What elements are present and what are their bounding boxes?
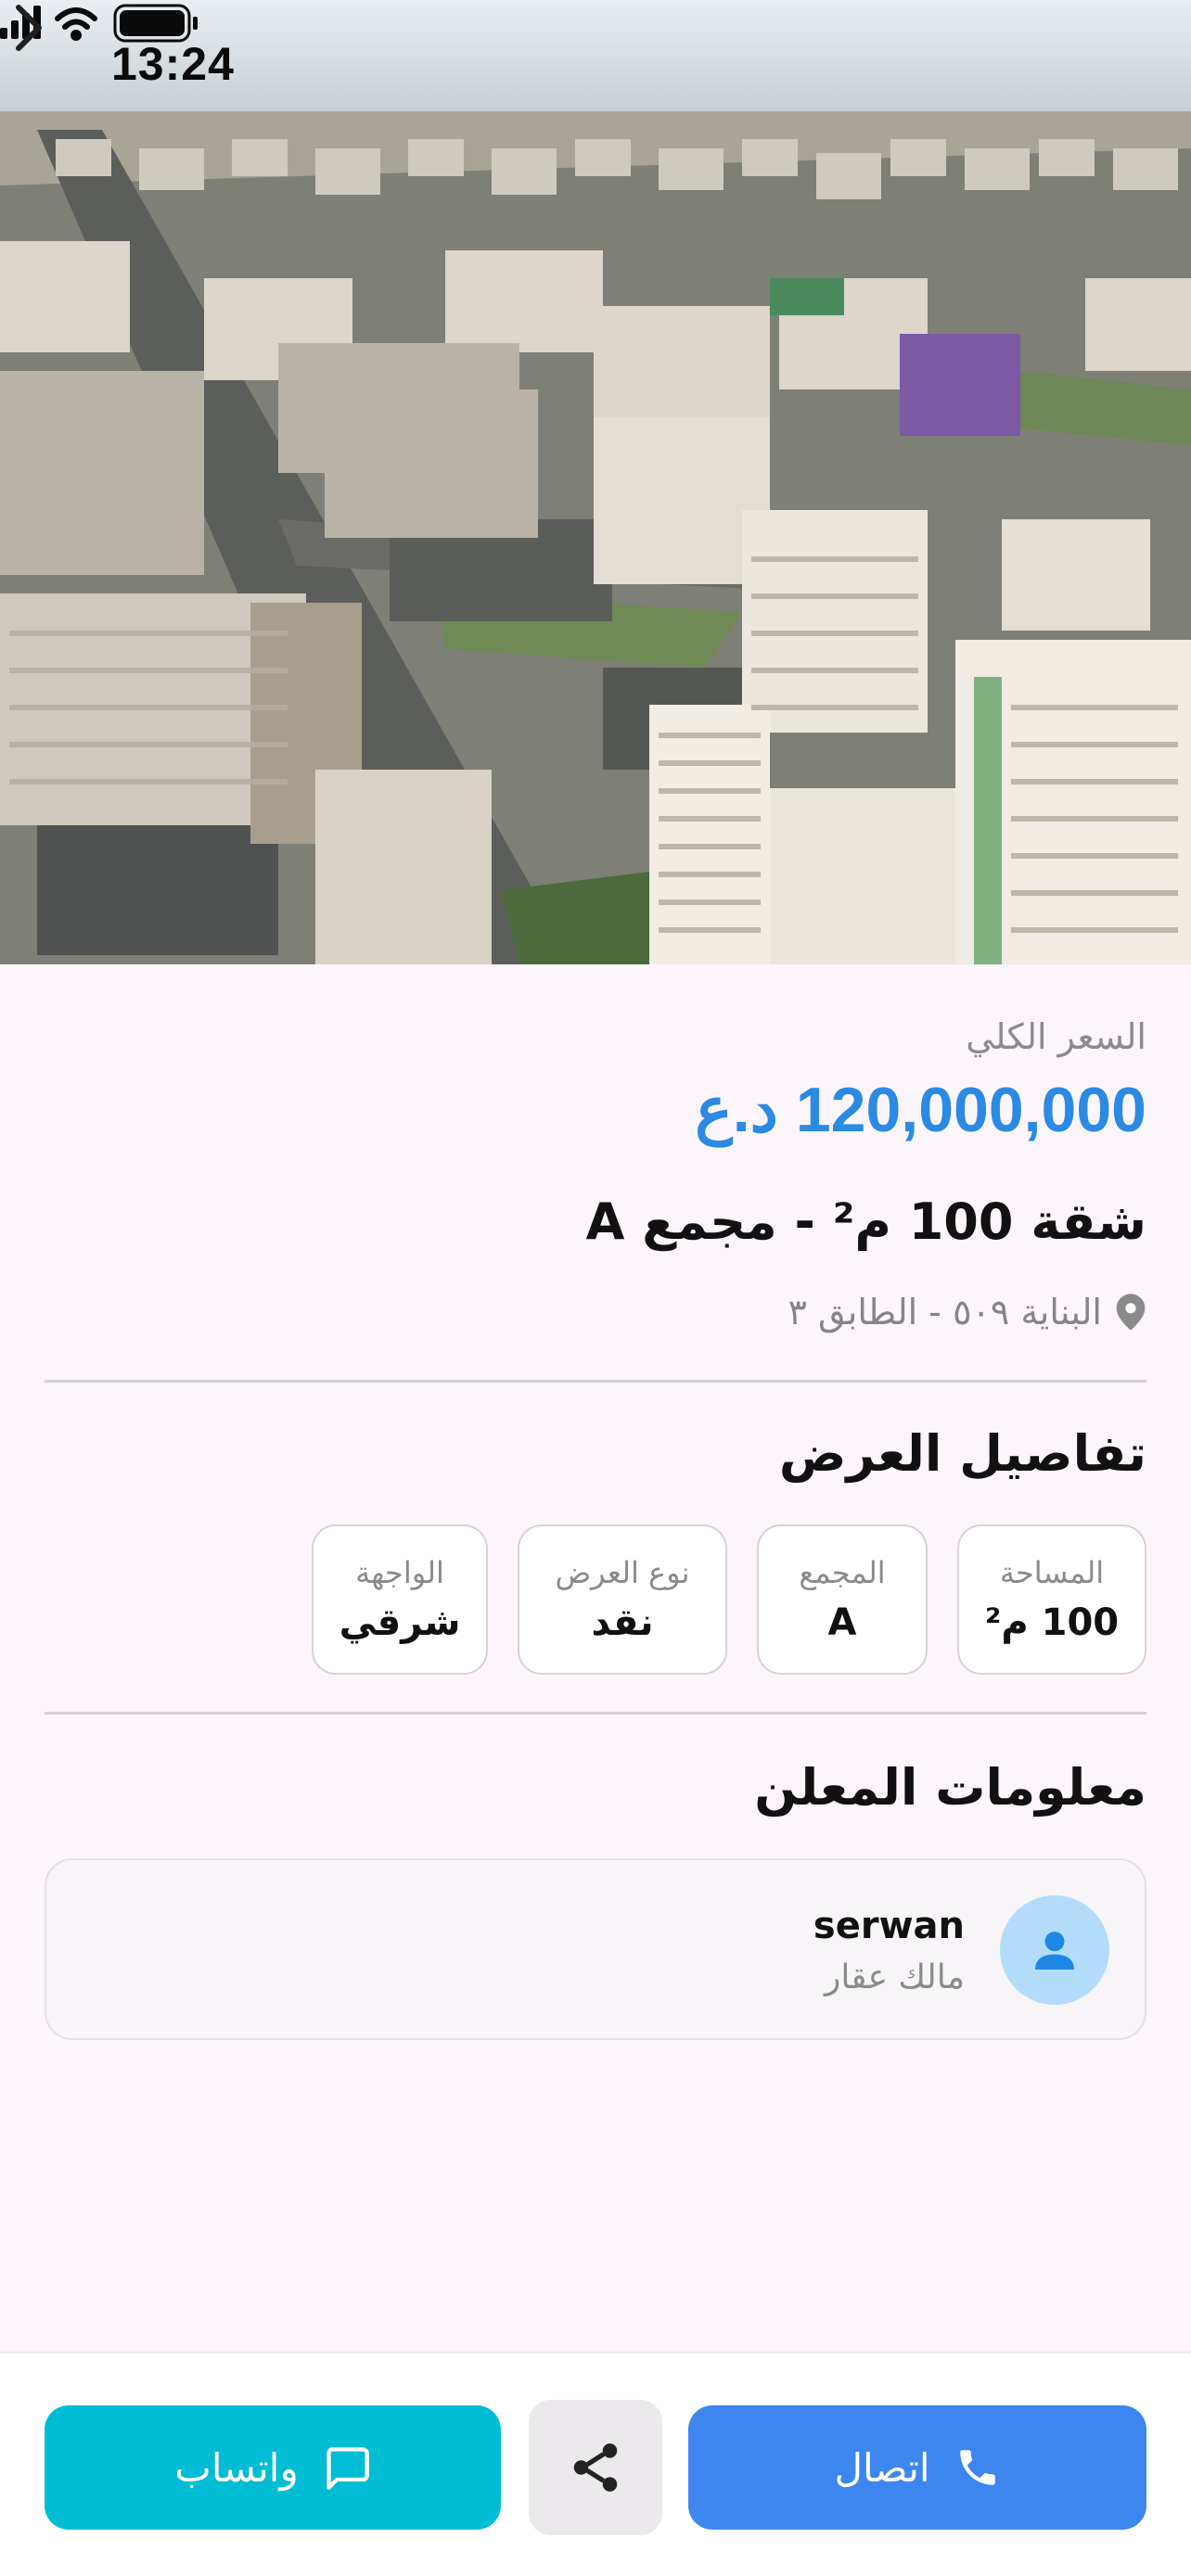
status-bar: 13:24 <box>0 0 1191 130</box>
chip-value: شرقي <box>339 1601 461 1644</box>
avatar <box>1000 1895 1109 2005</box>
share-icon <box>573 2443 618 2492</box>
listing-title: شقة 100 م² - مجمع A <box>585 1192 1146 1251</box>
detail-chip-facade: الواجهة شرقي <box>312 1524 488 1675</box>
price-value: 120,000,000 د.ع <box>695 1075 1146 1145</box>
location-text: البناية ٥٠٩ - الطابق ٣ <box>788 1292 1102 1333</box>
advertiser-role: مالك عقار <box>824 1958 965 1996</box>
detail-chip-offer-type: نوع العرض نقد <box>518 1524 727 1675</box>
battery-icon <box>113 4 198 43</box>
call-button[interactable]: اتصال <box>688 2405 1146 2530</box>
divider <box>45 1712 1146 1715</box>
chip-value: A <box>827 1601 857 1644</box>
price-label: السعر الكلي <box>966 1016 1146 1057</box>
location-row: البناية ٥٠٩ - الطابق ٣ <box>788 1289 1146 1335</box>
phone-icon <box>959 2450 995 2485</box>
chip-label: المساحة <box>999 1555 1105 1590</box>
offer-details-list: المساحة 100 م² المجمع A نوع العرض نقد ال… <box>312 1524 1146 1675</box>
wifi-icon <box>55 7 97 41</box>
call-label: اتصال <box>834 2444 930 2491</box>
chevron-right-icon[interactable] <box>0 0 56 56</box>
chip-label: المجمع <box>799 1555 886 1590</box>
offer-details-title: تفاصيل العرض <box>778 1424 1146 1483</box>
bottom-action-bar: اتصال واتساب <box>0 2352 1191 2576</box>
chat-icon <box>327 2447 369 2490</box>
chip-value: نقد <box>591 1601 654 1644</box>
whatsapp-label: واتساب <box>174 2444 299 2491</box>
listing-photo[interactable]: 13:24 <box>0 0 1191 964</box>
chip-value: 100 م² <box>984 1601 1120 1644</box>
divider <box>45 1380 1146 1383</box>
detail-chip-area: المساحة 100 م² <box>957 1524 1146 1675</box>
chip-label: الواجهة <box>355 1555 444 1590</box>
person-icon <box>1035 1932 1074 1970</box>
location-pin-icon <box>1116 1294 1146 1331</box>
share-button[interactable] <box>529 2400 662 2535</box>
chip-label: نوع العرض <box>555 1555 690 1590</box>
whatsapp-button[interactable]: واتساب <box>45 2405 501 2530</box>
advertiser-title: معلومات المعلن <box>754 1758 1146 1817</box>
advertiser-card[interactable]: serwan مالك عقار <box>45 1858 1146 2040</box>
aerial-city-photo <box>0 111 1191 964</box>
advertiser-name: serwan <box>813 1905 965 1947</box>
detail-chip-complex: المجمع A <box>757 1524 928 1675</box>
